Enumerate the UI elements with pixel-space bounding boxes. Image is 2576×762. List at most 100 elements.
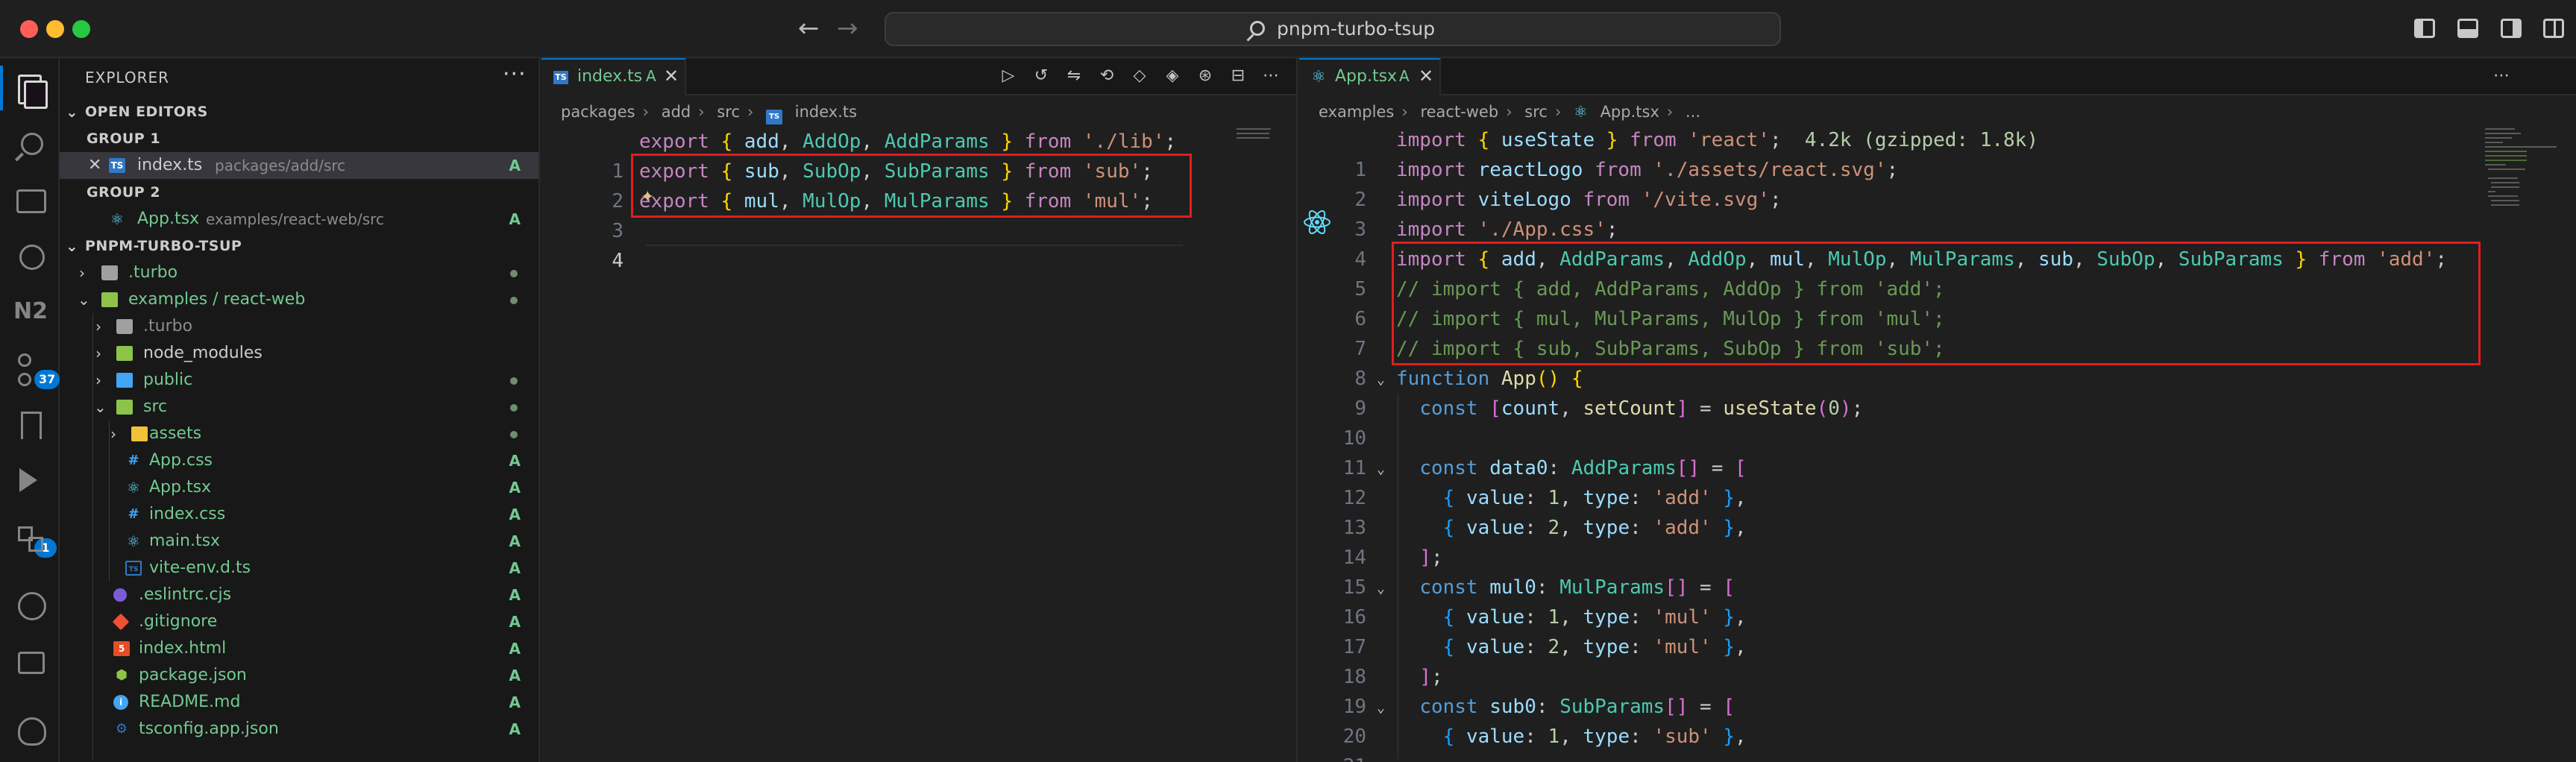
file-path: packages/add/src	[215, 157, 346, 174]
compare-changes-icon[interactable]: ⇋	[1065, 67, 1083, 85]
code-line: 10 const [count, setCount] = useState(0)…	[1299, 394, 2576, 450]
accounts-icon[interactable]	[13, 714, 46, 747]
remote-explorer-icon[interactable]	[13, 647, 46, 680]
more-actions-icon[interactable]: ⋯	[1262, 67, 1280, 85]
tree-item-app-css[interactable]: # App.css A	[60, 447, 538, 474]
tab-git-status: A	[1399, 67, 1410, 85]
tree-item-index-html[interactable]: 5 index.html A	[60, 635, 538, 662]
code-line: 3 import viteLogo from '/vite.svg';	[1299, 185, 2576, 241]
minimize-window-button[interactable]	[46, 20, 64, 38]
react-file-icon: ⚛	[127, 532, 140, 550]
fold-chevron-icon[interactable]: ⌄	[1377, 455, 1385, 485]
chevron-down-icon: ⌄	[66, 103, 79, 121]
breadcrumb-item[interactable]: src	[1524, 103, 1548, 121]
tree-item-vite-env[interactable]: TS vite-env.d.ts A	[60, 555, 538, 582]
source-control-icon[interactable]: 37	[13, 352, 60, 389]
tree-item-package-json[interactable]: ⬢ package.json A	[60, 662, 538, 689]
chevron-down-icon: ⌄	[94, 398, 107, 416]
breadcrumb-item[interactable]: add	[662, 103, 691, 121]
folder-open-icon	[101, 292, 118, 307]
command-center[interactable]: pnpm-turbo-tsup	[885, 12, 1781, 46]
breadcrumb-item[interactable]: ...	[1686, 103, 1700, 121]
extensions-icon[interactable]: 1	[13, 519, 57, 558]
tree-item-main-tsx[interactable]: ⚛ main.tsx A	[60, 528, 538, 555]
open-changes-icon[interactable]: ⟲	[1098, 67, 1116, 85]
breadcrumb-item[interactable]: packages	[561, 103, 635, 121]
run-debug-icon[interactable]	[13, 464, 46, 497]
close-icon[interactable]: ✕	[664, 66, 679, 86]
tree-item-eslintrc[interactable]: .eslintrc.cjs A	[60, 582, 538, 608]
bookmark-icon[interactable]	[13, 409, 46, 441]
toggle-primary-sidebar-icon[interactable]	[2414, 19, 2435, 38]
tree-item-gitignore[interactable]: .gitignore A	[60, 608, 538, 635]
tab-app-tsx[interactable]: ⚛ App.tsx A ✕	[1299, 58, 1441, 95]
run-icon[interactable]: ▷	[999, 67, 1017, 85]
tree-item-assets[interactable]: › assets	[60, 421, 538, 447]
open-editor-index-ts[interactable]: ✕ TS index.ts packages/add/src A	[60, 152, 538, 179]
gitlens-blame-icon[interactable]: ⊛	[1196, 67, 1214, 85]
breadcrumb-item[interactable]: App.tsx	[1600, 103, 1659, 121]
toggle-panel-icon[interactable]	[2457, 19, 2478, 38]
previous-change-icon[interactable]: ◇	[1131, 67, 1149, 85]
extensions-badge: 1	[34, 538, 57, 558]
git-graph-icon[interactable]	[13, 589, 46, 622]
tree-item-tsconfig-app[interactable]: ⚙ tsconfig.app.json A	[60, 716, 538, 743]
tree-item-label: .eslintrc.cjs	[139, 585, 232, 604]
split-editor-icon[interactable]: ⊟	[1229, 67, 1247, 85]
minimap[interactable]	[1237, 125, 1281, 170]
close-icon[interactable]: ✕	[1419, 66, 1433, 86]
fold-chevron-icon[interactable]: ⌄	[1377, 574, 1385, 604]
react-file-icon: ⚛	[110, 210, 124, 228]
tree-item-node-modules[interactable]: › node_modules	[60, 340, 538, 367]
maximize-window-button[interactable]	[72, 20, 90, 38]
chevron-right-icon: ›	[95, 371, 101, 389]
tree-item-examples-react-web[interactable]: ⌄ examples / react-web	[60, 286, 538, 313]
workspace-name: PNPM-TURBO-TSUP	[85, 238, 242, 254]
back-arrow-icon[interactable]: ←	[798, 13, 820, 43]
tree-item-label: tsconfig.app.json	[139, 720, 279, 738]
search-icon[interactable]	[13, 130, 46, 163]
tab-index-ts[interactable]: TS index.ts A ✕	[541, 58, 686, 95]
chevron-right-icon: ›	[1554, 103, 1562, 121]
tree-item-turbo[interactable]: › .turbo	[60, 259, 538, 286]
code-line: 20 ⌄ const sub0: SubParams[] = [	[1299, 692, 2576, 748]
minimap[interactable]	[2485, 125, 2567, 215]
modified-dot	[510, 377, 518, 385]
tree-item-src[interactable]: ⌄ src	[60, 394, 538, 421]
gitlens-icon[interactable]	[13, 240, 46, 273]
group-2-header[interactable]: GROUP 2	[60, 179, 538, 206]
chat-icon[interactable]	[13, 185, 46, 218]
fold-chevron-icon[interactable]: ⌄	[1377, 693, 1385, 723]
open-editors-section[interactable]: ⌄ OPEN EDITORS	[60, 98, 538, 125]
workspace-section[interactable]: ⌄ PNPM-TURBO-TSUP	[60, 233, 538, 259]
close-window-button[interactable]	[20, 20, 38, 38]
tree-item-turbo-nested[interactable]: › .turbo	[60, 313, 538, 340]
timeline-icon[interactable]: ↺	[1032, 67, 1050, 85]
chevron-right-icon: ›	[110, 425, 116, 443]
n2-icon[interactable]: N2	[13, 295, 48, 328]
tsconfig-file-icon: ⚙	[115, 721, 128, 737]
more-actions-icon[interactable]: ⋯	[2492, 67, 2510, 85]
breadcrumb-item[interactable]: index.ts	[795, 103, 857, 121]
typescript-file-icon: TS	[109, 158, 125, 173]
tree-item-readme[interactable]: i README.md A	[60, 689, 538, 716]
next-change-icon[interactable]: ◈	[1163, 67, 1181, 85]
explorer-more-icon[interactable]: ···	[503, 61, 527, 87]
customize-layout-icon[interactable]	[2543, 19, 2564, 38]
group-1-header[interactable]: GROUP 1	[60, 125, 538, 152]
toggle-secondary-sidebar-icon[interactable]	[2501, 19, 2522, 38]
fold-chevron-icon[interactable]: ⌄	[1377, 365, 1385, 395]
tree-item-public[interactable]: › public	[60, 367, 538, 394]
breadcrumb-item[interactable]: react-web	[1420, 103, 1498, 121]
folder-icon	[131, 426, 148, 441]
tree-item-label: .turbo	[128, 263, 178, 282]
explorer-icon[interactable]	[13, 72, 48, 109]
tree-item-index-css[interactable]: # index.css A	[60, 501, 538, 528]
breadcrumb-item[interactable]: examples	[1319, 103, 1394, 121]
chevron-right-icon: ›	[698, 103, 705, 121]
tree-item-app-tsx[interactable]: ⚛ App.tsx A	[60, 474, 538, 501]
open-editor-app-tsx[interactable]: ⚛ App.tsx examples/react-web/src A	[60, 206, 538, 233]
close-icon[interactable]: ✕	[88, 152, 101, 179]
breadcrumb-item[interactable]: src	[717, 103, 740, 121]
forward-arrow-icon[interactable]: →	[837, 13, 858, 43]
